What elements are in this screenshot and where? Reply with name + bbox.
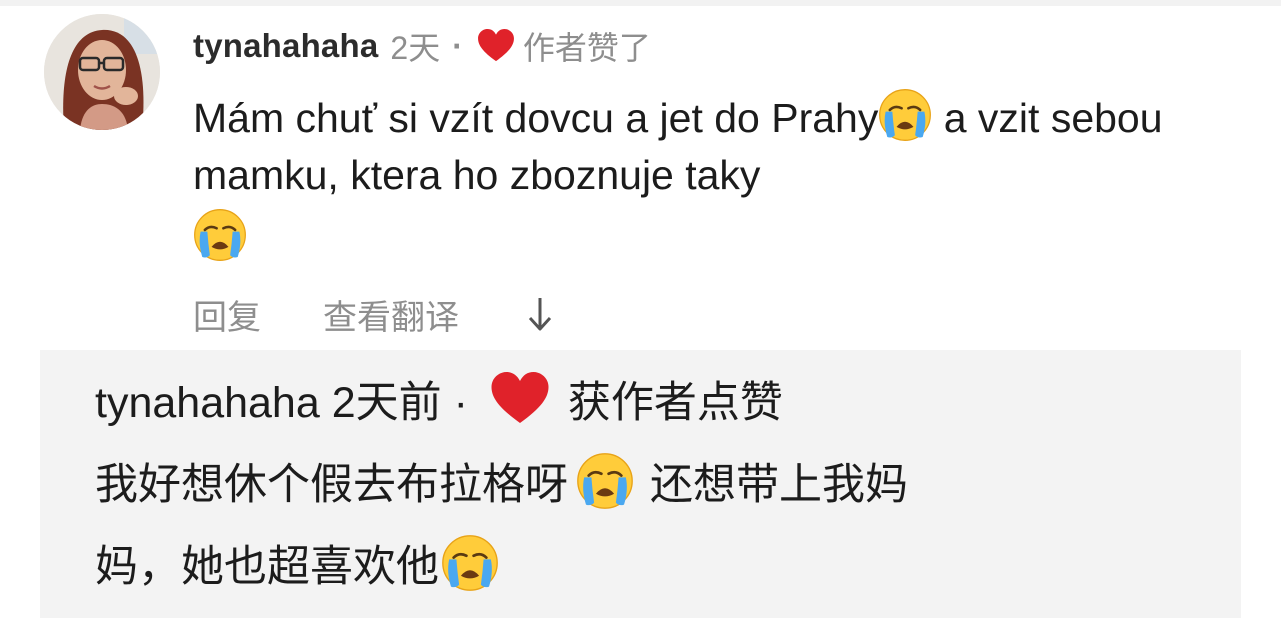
translation-text-line: 妈，她也超喜欢他 xyxy=(95,534,507,592)
translation-text-a: 我好想休个假去布拉格呀 xyxy=(95,461,568,509)
comment-text: Mám chuť si vzít dovcu a jet do Prahy a … xyxy=(193,88,1203,267)
comment-text-part1: Mám chuť si vzít dovcu a jet do Prahy xyxy=(193,95,879,141)
translation-text-line: 我好想休个假去布拉格呀 还想带上我妈 xyxy=(95,452,908,510)
author-liked-label: 作者赞了 xyxy=(522,30,651,66)
view-translation-button[interactable]: 查看翻译 xyxy=(323,290,459,339)
loudly-crying-face-icon xyxy=(878,88,932,142)
arrow-down-icon[interactable] xyxy=(525,294,555,334)
username[interactable]: tynahahaha xyxy=(193,27,378,65)
translation-header: tynahahaha 2天前 · 获作者点赞 xyxy=(95,370,783,428)
comment-meta: tynahahaha 2天 · 作者赞了 xyxy=(193,24,651,68)
timestamp: 2天 xyxy=(390,30,441,66)
loudly-crying-face-icon xyxy=(441,534,499,592)
translation-text-b: 还想带上我妈 xyxy=(650,461,908,509)
avatar[interactable] xyxy=(44,14,160,130)
heart-icon xyxy=(477,29,515,63)
translation-panel: tynahahaha 2天前 · 获作者点赞 我好想休个假去布拉格呀 还想带上我… xyxy=(40,350,1241,618)
translation-liked-label: 获作者点赞 xyxy=(567,379,783,427)
reply-button[interactable]: 回复 xyxy=(193,290,261,339)
loudly-crying-face-icon xyxy=(576,452,634,510)
translation-text-c: 妈，她也超喜欢他 xyxy=(95,543,439,591)
separator-dot: · xyxy=(452,27,463,64)
loudly-crying-face-icon xyxy=(193,208,247,262)
comment-item: tynahahaha 2天 · 作者赞了 Mám chuť si vzít do… xyxy=(0,6,1281,346)
comment-actions: 回复 查看翻译 xyxy=(193,290,555,339)
heart-icon xyxy=(490,372,550,426)
translation-meta: tynahahaha 2天前 · xyxy=(95,379,468,427)
